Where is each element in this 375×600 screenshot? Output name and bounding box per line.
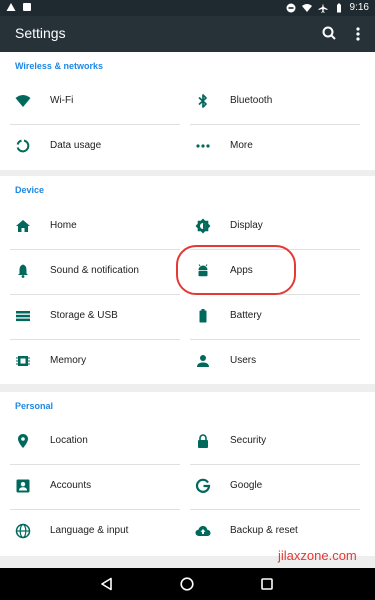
section-title-wireless: Wireless & networks <box>15 61 103 71</box>
setting-item-battery[interactable]: Battery <box>190 295 365 339</box>
google-icon <box>195 478 211 493</box>
status-time: 9:16 <box>349 2 369 13</box>
status-left-icons <box>6 2 32 12</box>
setting-item-memory[interactable]: Memory <box>10 340 185 384</box>
setting-item-storage-usb[interactable]: Storage & USB <box>10 295 185 339</box>
setting-item-users[interactable]: Users <box>190 340 365 384</box>
setting-item-display[interactable]: Display <box>190 205 365 249</box>
setting-label: Location <box>50 435 88 446</box>
memory-icon <box>16 356 30 366</box>
setting-item-location[interactable]: Location <box>10 420 185 464</box>
data-usage-icon <box>16 139 30 153</box>
setting-item-accounts[interactable]: Accounts <box>10 465 185 509</box>
brightness-icon <box>195 218 211 234</box>
setting-label: Google <box>230 480 263 491</box>
account-box-icon <box>16 479 30 493</box>
bluetooth-icon <box>198 94 207 108</box>
do-not-disturb-icon <box>286 3 296 12</box>
app-bar: Settings <box>0 16 375 52</box>
setting-item-home[interactable]: Home <box>10 205 185 249</box>
settings-notification-icon <box>23 3 31 11</box>
setting-label: More <box>230 140 253 151</box>
storage-icon <box>16 311 30 322</box>
setting-label: Storage & USB <box>50 310 118 321</box>
airplane-mode-icon <box>318 3 328 13</box>
wireless-networks-card: Wireless & networks Wi-Fi Bluetooth Data… <box>0 52 375 170</box>
setting-label: Backup & reset <box>230 525 298 536</box>
setting-item-security[interactable]: Security <box>190 420 365 464</box>
wifi-signal-icon <box>301 3 312 12</box>
status-right-icons: 9:16 <box>286 2 369 13</box>
person-icon <box>197 355 209 367</box>
status-bar: 9:16 <box>0 0 375 16</box>
search-icon[interactable] <box>320 24 340 44</box>
home-icon <box>16 220 30 232</box>
cloud-upload-icon <box>195 526 211 536</box>
battery-icon <box>199 309 207 323</box>
setting-label: Home <box>50 220 77 231</box>
setting-item-data-usage[interactable]: Data usage <box>10 125 185 169</box>
setting-label: Battery <box>230 310 262 321</box>
setting-label: Accounts <box>50 480 92 491</box>
setting-label: Wi-Fi <box>50 95 74 106</box>
setting-label: Sound & notification <box>50 265 139 276</box>
setting-item-sound-notification[interactable]: Sound & notification <box>10 250 185 294</box>
personal-card: Personal Location Security Accounts Goog… <box>0 392 375 556</box>
overflow-menu-icon[interactable] <box>348 24 368 44</box>
setting-label: Security <box>230 435 267 446</box>
location-pin-icon <box>18 434 28 448</box>
page-title: Settings <box>15 25 66 41</box>
wifi-icon <box>15 95 31 107</box>
globe-icon <box>15 523 31 539</box>
home-button-icon[interactable] <box>179 576 195 592</box>
battery-status-icon <box>336 3 341 12</box>
setting-item-language-input[interactable]: Language & input <box>10 510 185 554</box>
setting-label: Display <box>230 220 263 231</box>
warning-icon <box>6 3 16 11</box>
more-horizontal-icon <box>196 144 210 148</box>
setting-label: Memory <box>50 355 87 366</box>
section-title-device: Device <box>15 185 45 195</box>
setting-label: Language & input <box>50 525 129 536</box>
setting-label: Users <box>230 355 257 366</box>
setting-label: Data usage <box>50 140 102 151</box>
apps-highlight-annotation <box>176 245 296 295</box>
setting-label: Bluetooth <box>230 95 273 106</box>
lock-icon <box>198 434 208 448</box>
watermark-text: jilaxzone.com <box>278 548 357 563</box>
back-icon[interactable] <box>99 576 115 592</box>
setting-item-wifi[interactable]: Wi-Fi <box>10 80 185 124</box>
setting-item-more[interactable]: More <box>190 125 365 169</box>
recent-apps-icon[interactable] <box>259 576 275 592</box>
setting-item-bluetooth[interactable]: Bluetooth <box>190 80 365 124</box>
setting-item-google[interactable]: Google <box>190 465 365 509</box>
section-title-personal: Personal <box>15 401 54 411</box>
navigation-bar <box>0 568 375 600</box>
bell-icon <box>18 264 28 278</box>
